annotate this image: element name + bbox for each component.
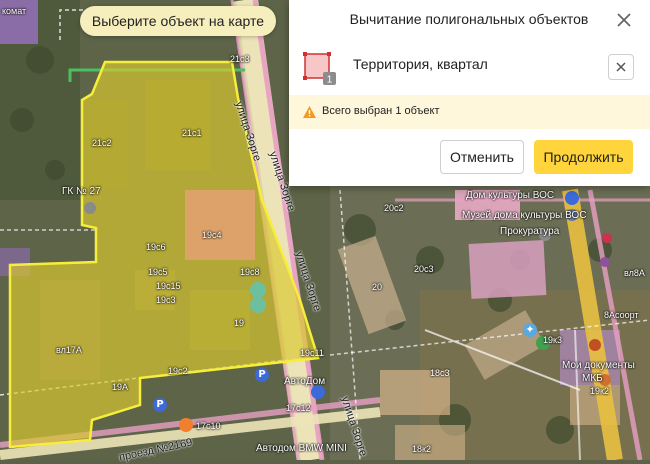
- continue-button[interactable]: Продолжить: [534, 140, 633, 174]
- map-label-vl17a: вл17А: [56, 345, 82, 355]
- remove-object-button[interactable]: [608, 54, 634, 80]
- map-label-17c12: 17с12: [286, 403, 311, 413]
- parking-icon[interactable]: P: [255, 368, 269, 382]
- map-label-18k2: 18к2: [412, 444, 431, 454]
- polygon-subtraction-panel: Вычитание полигональных объектов 1 Терри…: [289, 0, 650, 186]
- map-label-19c8: 19с8: [240, 267, 260, 277]
- object-name: Территория, квартал: [353, 56, 488, 72]
- map-label-19c6: 19с6: [146, 242, 166, 252]
- map-label-18c3: 18с3: [430, 368, 450, 378]
- map-label-20c3: 20с3: [414, 264, 434, 274]
- map-label-21c1: 21с1: [182, 128, 202, 138]
- warning-icon: [303, 106, 316, 118]
- map-label-19k2: 19к2: [590, 386, 609, 396]
- map-label-19c3: 19с3: [156, 295, 176, 305]
- map-label-moi-docs: Мои документы: [562, 360, 635, 371]
- bus-stop-icon[interactable]: ✦: [523, 323, 537, 337]
- warning-text: Всего выбран 1 объект: [322, 105, 440, 117]
- map-label-19c2: 19с2: [168, 366, 188, 376]
- map-label-19: 19: [234, 318, 245, 328]
- map-label-20c2: 20с2: [384, 203, 404, 213]
- map-label-prokuratura: Прокуратура: [500, 226, 560, 237]
- map-label-8acoopt: 8Асоорт: [604, 310, 639, 320]
- map-label-20: 20: [372, 282, 383, 292]
- map-label-mkb: МКБ: [582, 373, 603, 384]
- map-label-19c15: 19с15: [156, 281, 181, 291]
- map-label-21c2: 21с2: [92, 138, 112, 148]
- map-label-19k3: 19к3: [543, 335, 562, 345]
- panel-title: Вычитание полигональных объектов: [349, 11, 589, 27]
- close-icon[interactable]: [614, 10, 634, 30]
- cancel-button[interactable]: Отменить: [440, 140, 524, 174]
- map-label-avtodom-bmw: Автодом BMW MINI: [256, 443, 347, 454]
- map-label-gk27: ГК № 27: [62, 186, 101, 197]
- close-icon: [616, 62, 626, 72]
- map-label-museum-vos: Музей дома культуры ВОС: [462, 210, 587, 221]
- map-label-komat: комат: [2, 6, 27, 16]
- map-label-19c5: 19с5: [148, 267, 168, 277]
- selected-object-row: 1 Территория, квартал: [289, 42, 650, 92]
- map-label-19a: 19А: [112, 382, 129, 392]
- object-count-badge: 1: [327, 75, 333, 86]
- parking-icon-2[interactable]: P: [153, 398, 167, 412]
- select-object-hint: Выберите объект на карте: [80, 6, 276, 36]
- warning-bar: Всего выбран 1 объект: [289, 95, 650, 129]
- map-label-avtodom: АвтоДом: [284, 376, 326, 387]
- map-label-19c11: 19с11: [300, 348, 324, 358]
- map-label-21c3: 21с3: [230, 54, 250, 64]
- map-label-vl8a: вл8А: [624, 268, 645, 278]
- map-label-17c10: 17с10: [196, 421, 221, 431]
- map-label-19c4: 19с4: [202, 230, 222, 240]
- polygon-icon: 1: [303, 52, 337, 86]
- map-label-dk-vos: Дом культуры ВОС: [466, 190, 555, 201]
